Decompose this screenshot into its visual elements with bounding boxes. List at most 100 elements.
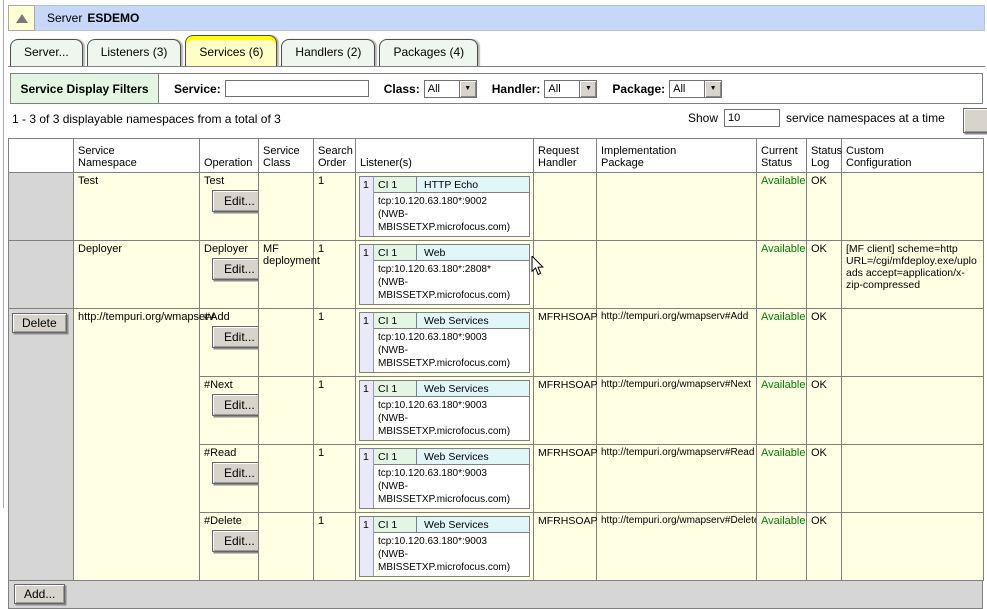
listener-endpoint: tcp:10.120.63.180*:9003 [378, 535, 527, 548]
show-count-input[interactable] [724, 109, 780, 127]
package-filter-label: Package: [612, 82, 665, 96]
listener-head: CI 1 Web [374, 245, 529, 261]
listener-endpoint: tcp:10.120.63.180*:9003 [378, 331, 527, 344]
add-button[interactable]: Add... [14, 584, 65, 604]
tab-listeners[interactable]: Listeners (3) [87, 39, 182, 66]
dropdown-arrow-icon: ▼ [704, 81, 721, 97]
search-order-cell: 1 [314, 513, 356, 581]
listener-head: CI 1 Web Services [374, 381, 529, 397]
listener-type: Web Services [417, 381, 529, 396]
row-action-cell: Delete [9, 309, 74, 581]
col-current-status: CurrentStatus [757, 139, 807, 173]
delete-button[interactable]: Delete [12, 313, 67, 333]
col-listeners: Listener(s) [356, 139, 534, 173]
listener-endpoint: tcp:10.120.63.180*:9003 [378, 467, 527, 480]
listeners-cell: 1 CI 1 Web Services tcp:10.120.63.180*:9… [356, 445, 534, 513]
class-filter-label: Class: [384, 82, 420, 96]
listener-head: CI 1 Web Services [374, 449, 529, 465]
mouse-cursor-icon [531, 256, 544, 276]
handler-filter-label: Handler: [492, 82, 541, 96]
server-title: Server ESDEMO [35, 5, 985, 31]
search-order-cell: 1 [314, 377, 356, 445]
server-header-bar: Server ESDEMO [8, 5, 985, 31]
frame-border [3, 0, 4, 508]
tab-bar: Server... Listeners (3) Services (6) Han… [10, 36, 482, 66]
handler-select-value: All [545, 81, 579, 97]
status-log-cell: OK [807, 173, 842, 241]
listener-type: Web Services [417, 517, 529, 532]
listener-address: tcp:10.120.63.180*:9002 (NWB-MBISSETXP.m… [374, 193, 529, 236]
tab-services[interactable]: Services (6) [185, 35, 277, 66]
status-log-cell: OK [807, 377, 842, 445]
col-implementation-package: ImplementationPackage [597, 139, 757, 173]
show-suffix-label: service namespaces at a time [786, 111, 945, 125]
listener-type: Web Services [417, 313, 529, 328]
listener-detail: CI 1 Web Services tcp:10.120.63.180*:900… [374, 449, 529, 508]
listener-host: (NWB-MBISSETXP.microfocus.com) [378, 412, 527, 438]
search-order-cell: 1 [314, 241, 356, 309]
class-select[interactable]: All ▼ [424, 80, 477, 98]
status-log-cell: OK [807, 445, 842, 513]
pager-button[interactable] [963, 108, 987, 133]
search-order-cell: 1 [314, 309, 356, 377]
listener-host: (NWB-MBISSETXP.microfocus.com) [378, 208, 527, 234]
listener-detail: CI 1 HTTP Echo tcp:10.120.63.180*:9002 (… [374, 177, 529, 236]
current-status-cell: Available [757, 241, 807, 309]
listener-box: 1 CI 1 HTTP Echo tcp:10.120.63.180*:9002… [359, 176, 530, 237]
listener-head: CI 1 HTTP Echo [374, 177, 529, 193]
filter-bar: Service Display Filters Service: Class: … [10, 73, 983, 104]
server-title-prefix: Server [47, 11, 82, 25]
listener-endpoint: tcp:10.120.63.180*:9002 [378, 195, 527, 208]
implementation-package-cell: http://tempuri.org/wmapserv#Add [597, 309, 757, 377]
table-row: Deployer Deployer Edit... MF deployment … [9, 241, 984, 309]
operation-cell: #Read Edit... [200, 445, 259, 513]
current-status-cell: Available [757, 173, 807, 241]
table-row: Delete http://tempuri.org/wmapserv #Add … [9, 309, 984, 377]
status-log-cell: OK [807, 513, 842, 581]
implementation-package-cell [597, 241, 757, 309]
listener-host: (NWB-MBISSETXP.microfocus.com) [378, 344, 527, 370]
listener-name: CI 1 [374, 517, 417, 532]
filter-title: Service Display Filters [11, 74, 159, 103]
current-status-cell: Available [757, 513, 807, 581]
operation-label: #Read [204, 447, 254, 459]
operation-label: #Next [204, 379, 254, 391]
listener-type: HTTP Echo [417, 177, 529, 192]
handler-select[interactable]: All ▼ [544, 80, 597, 98]
listener-name: CI 1 [374, 449, 417, 464]
tab-handlers[interactable]: Handlers (2) [281, 39, 375, 66]
listeners-cell: 1 CI 1 Web Services tcp:10.120.63.180*:9… [356, 377, 534, 445]
search-order-cell: 1 [314, 445, 356, 513]
service-namespace-cell: Test [74, 173, 200, 241]
service-filter-input[interactable] [225, 80, 369, 97]
request-handler-cell: MFRHSOAP [534, 445, 597, 513]
collapse-toggle[interactable] [8, 5, 35, 31]
server-name: ESDEMO [87, 11, 139, 25]
service-class-cell [259, 309, 314, 377]
listener-endpoint: tcp:10.120.63.180*:9003 [378, 399, 527, 412]
triangle-up-icon [16, 14, 28, 23]
operation-cell: #Next Edit... [200, 377, 259, 445]
package-select[interactable]: All ▼ [669, 80, 722, 98]
custom-configuration-cell [842, 513, 984, 581]
col-request-handler: RequestHandler [534, 139, 597, 173]
listener-type: Web [417, 245, 529, 260]
listener-box: 1 CI 1 Web Services tcp:10.120.63.180*:9… [359, 516, 530, 577]
listeners-cell: 1 CI 1 Web Services tcp:10.120.63.180*:9… [356, 309, 534, 377]
operation-label: Deployer [204, 243, 254, 255]
col-status-log: StatusLog [807, 139, 842, 173]
listener-host: (NWB-MBISSETXP.microfocus.com) [378, 276, 527, 302]
listener-name: CI 1 [374, 245, 417, 260]
operation-cell: #Add Edit... [200, 309, 259, 377]
implementation-package-cell: http://tempuri.org/wmapserv#Read [597, 445, 757, 513]
tab-server[interactable]: Server... [10, 39, 83, 66]
service-class-cell [259, 445, 314, 513]
operation-cell: Test Edit... [200, 173, 259, 241]
listener-box: 1 CI 1 Web Services tcp:10.120.63.180*:9… [359, 380, 530, 441]
tab-packages[interactable]: Packages (4) [379, 39, 478, 66]
current-status-cell: Available [757, 445, 807, 513]
listener-detail: CI 1 Web Services tcp:10.120.63.180*:900… [374, 381, 529, 440]
request-handler-cell: MFRHSOAP [534, 309, 597, 377]
dropdown-arrow-icon: ▼ [579, 81, 596, 97]
listener-number: 1 [360, 177, 374, 236]
